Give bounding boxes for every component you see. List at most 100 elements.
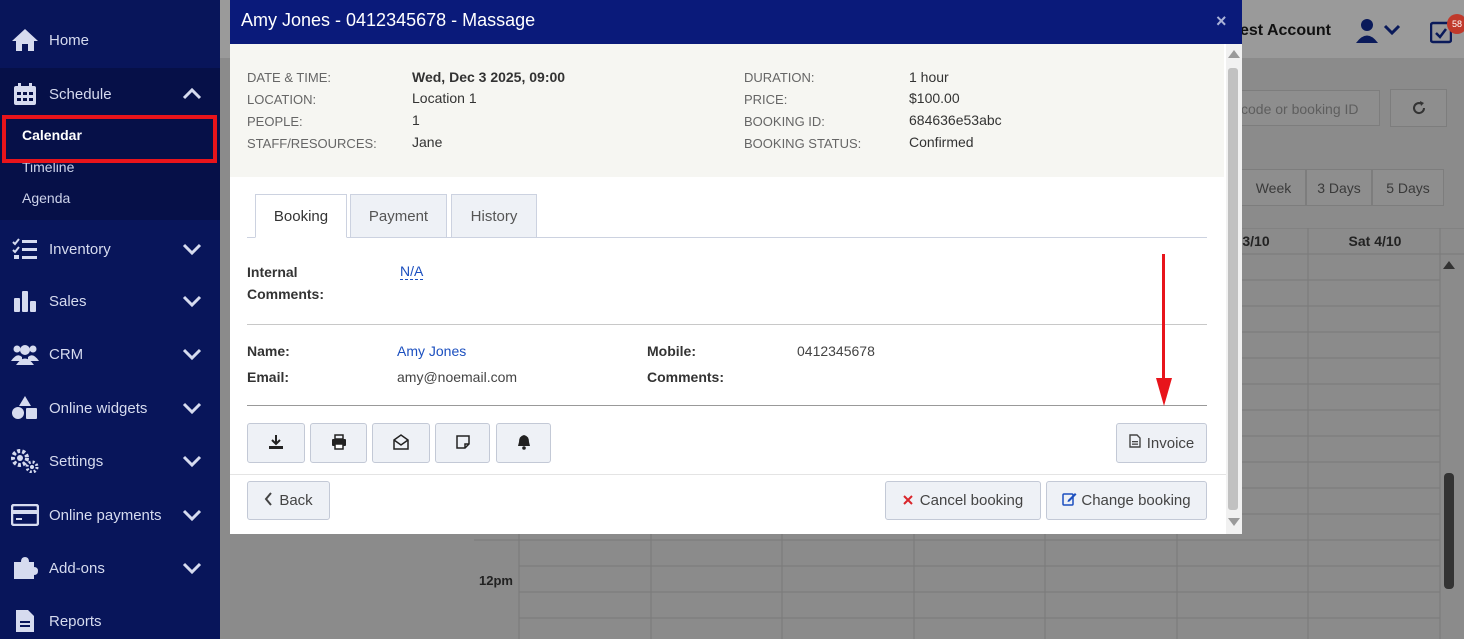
- info-booking-id: 684636e53abc: [909, 112, 1002, 128]
- internal-comments-value[interactable]: N/A: [400, 263, 424, 280]
- customer-name-link[interactable]: Amy Jones: [397, 343, 466, 359]
- download-button[interactable]: [247, 423, 305, 463]
- email-button[interactable]: [372, 423, 430, 463]
- sidebar-item-label: CRM: [49, 345, 84, 363]
- chevron-up-icon: [180, 82, 204, 106]
- cancel-booking-button[interactable]: Cancel booking: [885, 481, 1041, 520]
- annotation-highlight-box: [2, 115, 217, 163]
- sidebar-item-home[interactable]: Home: [0, 15, 220, 65]
- info-people: 1: [412, 112, 420, 128]
- modal-scrollbar-thumb[interactable]: [1228, 68, 1238, 510]
- calendar-scrollbar[interactable]: [1444, 473, 1454, 589]
- info-location: Location 1: [412, 90, 477, 106]
- name-label: Name:: [247, 343, 290, 359]
- info-label: PRICE:: [744, 92, 788, 107]
- mobile-label: Mobile:: [647, 343, 696, 359]
- note-button[interactable]: [435, 423, 490, 463]
- chevron-down-icon: [180, 289, 204, 313]
- sidebar-item-label: Settings: [49, 452, 104, 470]
- sidebar-item-label: Schedule: [49, 85, 112, 103]
- print-button[interactable]: [310, 423, 367, 463]
- user-icon[interactable]: [1356, 18, 1402, 47]
- change-booking-button[interactable]: Change booking: [1046, 481, 1207, 520]
- email-label: Email:: [247, 369, 290, 385]
- refresh-icon[interactable]: [1390, 89, 1447, 127]
- edit-icon: [1062, 491, 1077, 510]
- chevron-down-icon: [180, 449, 204, 473]
- divider: [247, 405, 1207, 406]
- credit-card-icon: [11, 503, 39, 527]
- tab-payment[interactable]: Payment: [350, 194, 447, 238]
- sidebar-item-sales[interactable]: Sales: [0, 276, 220, 326]
- info-label: LOCATION:: [247, 92, 317, 107]
- file-icon: [1129, 434, 1141, 452]
- invoice-label: Invoice: [1146, 434, 1195, 452]
- account-name[interactable]: est Account: [1240, 22, 1331, 40]
- info-duration: 1 hour: [909, 69, 949, 85]
- notification-badge: 58: [1447, 14, 1464, 34]
- cancel-booking-label: Cancel booking: [919, 492, 1024, 509]
- chevron-down-icon: [180, 342, 204, 366]
- users-icon: [11, 342, 39, 366]
- scroll-down-icon[interactable]: [1228, 518, 1240, 526]
- download-icon: [268, 434, 284, 453]
- sidebar: Home Schedule Calendar Timeline Agenda I…: [0, 0, 220, 639]
- scroll-up-icon[interactable]: [1443, 261, 1455, 269]
- print-icon: [331, 433, 347, 453]
- chevron-down-icon: [180, 396, 204, 420]
- view-3days-button[interactable]: 3 Days: [1306, 169, 1372, 206]
- invoice-button[interactable]: Invoice: [1116, 423, 1207, 463]
- internal-comments-label: Comments:: [247, 286, 325, 302]
- sidebar-item-settings[interactable]: Settings: [0, 436, 220, 486]
- puzzle-icon: [11, 556, 39, 580]
- close-icon[interactable]: ×: [1216, 11, 1227, 32]
- modal-header: Amy Jones - 0412345678 - Massage ×: [230, 0, 1242, 44]
- sidebar-item-label: Sales: [49, 292, 87, 310]
- day-header: 3/10: [1242, 233, 1270, 249]
- info-label: DATE & TIME:: [247, 70, 332, 85]
- info-label: PEOPLE:: [247, 114, 303, 129]
- note-icon: [455, 434, 471, 453]
- reminder-button[interactable]: [496, 423, 551, 463]
- day-header: Sat 4/10: [1348, 233, 1402, 249]
- chevron-down-icon: [180, 556, 204, 580]
- info-price: $100.00: [909, 90, 960, 106]
- sidebar-item-inventory[interactable]: Inventory: [0, 224, 220, 274]
- info-label: STAFF/RESOURCES:: [247, 136, 377, 151]
- sidebar-item-crm[interactable]: CRM: [0, 329, 220, 379]
- tab-booking[interactable]: Booking: [255, 194, 347, 238]
- sidebar-item-reports[interactable]: Reports: [0, 596, 220, 639]
- view-5days-button[interactable]: 5 Days: [1372, 169, 1444, 206]
- sidebar-item-add-ons[interactable]: Add-ons: [0, 543, 220, 593]
- sidebar-item-label: Reports: [49, 612, 102, 630]
- gears-icon: [11, 449, 39, 473]
- tab-history[interactable]: History: [451, 194, 537, 238]
- sidebar-item-label: Add-ons: [49, 559, 105, 577]
- bell-icon: [516, 434, 532, 453]
- home-icon: [11, 28, 39, 52]
- x-icon: [903, 492, 913, 509]
- view-week-button[interactable]: Week: [1241, 169, 1306, 206]
- sidebar-item-online-payments[interactable]: Online payments: [0, 490, 220, 540]
- sidebar-item-label: Online widgets: [49, 399, 148, 417]
- customer-mobile: 0412345678: [797, 343, 875, 359]
- back-button[interactable]: Back: [247, 481, 330, 520]
- shapes-icon: [11, 396, 39, 420]
- sidebar-item-schedule[interactable]: Schedule: [0, 69, 220, 119]
- sidebar-item-label: Inventory: [49, 240, 111, 258]
- internal-comments-label: Internal: [247, 264, 298, 280]
- booking-search-input[interactable]: code or booking ID: [1240, 90, 1380, 126]
- info-label: DURATION:: [744, 70, 815, 85]
- annotation-arrow-head: [1156, 378, 1172, 406]
- envelope-open-icon: [393, 433, 409, 453]
- customer-email: amy@noemail.com: [397, 369, 518, 385]
- scroll-up-icon[interactable]: [1228, 50, 1240, 58]
- document-icon: [11, 609, 39, 633]
- info-booking-status: Confirmed: [909, 134, 974, 150]
- sidebar-item-online-widgets[interactable]: Online widgets: [0, 383, 220, 433]
- sidebar-subitem-agenda[interactable]: Agenda: [22, 190, 70, 206]
- time-label: 12pm: [479, 573, 513, 588]
- chevron-left-icon: [264, 491, 273, 510]
- info-date-time: Wed, Dec 3 2025, 09:00: [412, 69, 566, 85]
- modal-title: Amy Jones - 0412345678 - Massage: [241, 10, 536, 30]
